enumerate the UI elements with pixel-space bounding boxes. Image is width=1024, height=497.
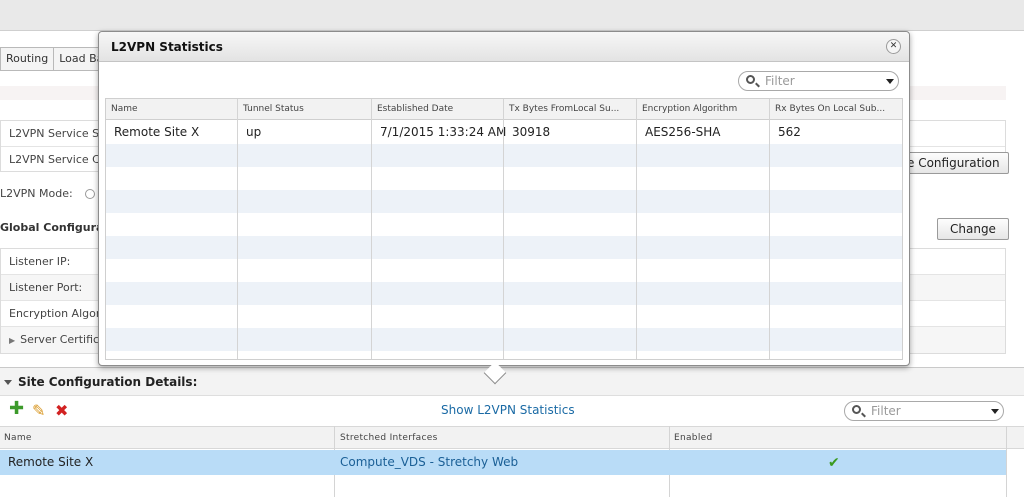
column-tx-bytes[interactable]: Tx Bytes FromLocal Su...: [504, 99, 637, 119]
show-l2vpn-statistics-link[interactable]: Show L2VPN Statistics: [441, 403, 575, 417]
column-established-date[interactable]: Established Date: [372, 99, 504, 119]
empty-row: [106, 190, 902, 213]
column-tunnel-status[interactable]: Tunnel Status: [238, 99, 372, 119]
server-certificate-label: Server Certific: [20, 333, 100, 346]
stat-name-cell: Remote Site X: [114, 125, 200, 139]
l2vpn-statistics-dialog: L2VPN Statistics ✕ Filter Name Tunnel St…: [98, 31, 910, 385]
table-row[interactable]: Remote Site X Compute_VDS - Stretchy Web…: [0, 450, 1006, 475]
table-row[interactable]: Remote Site X up 7/1/2015 1:33:24 AM 309…: [106, 121, 902, 144]
add-icon[interactable]: ✚: [9, 400, 24, 418]
empty-row: [106, 144, 902, 167]
stat-encryption-cell: AES256-SHA: [645, 125, 721, 139]
column-divider: [503, 99, 504, 359]
column-divider: [1006, 426, 1007, 497]
check-icon: ✔: [828, 455, 840, 471]
chevron-down-icon[interactable]: [886, 79, 894, 84]
change-button[interactable]: Change: [937, 218, 1009, 240]
stretched-interfaces-cell: Compute_VDS - Stretchy Web: [340, 455, 519, 469]
column-rx-bytes[interactable]: Rx Bytes On Local Sub...: [770, 99, 902, 119]
column-encryption-algorithm[interactable]: Encryption Algorithm: [637, 99, 770, 119]
empty-row: [106, 167, 902, 190]
expand-arrow-icon[interactable]: ▶: [9, 336, 15, 345]
search-icon: [746, 75, 755, 84]
stat-tx-bytes-cell: 30918: [512, 125, 551, 139]
statistics-grid: Name Tunnel Status Established Date Tx B…: [105, 98, 903, 360]
empty-row: [106, 328, 902, 351]
site-filter-placeholder: Filter: [871, 404, 901, 418]
l2vpn-mode-label: L2VPN Mode:: [0, 187, 73, 200]
column-divider: [371, 99, 372, 359]
tab-routing[interactable]: Routing: [0, 47, 55, 71]
edit-icon[interactable]: ✎: [32, 403, 45, 419]
search-icon: [852, 405, 861, 414]
column-name[interactable]: Name: [0, 427, 32, 449]
service-configuration-button[interactable]: e Configuration: [906, 152, 1009, 174]
feature-tabs: Routing Load Ba: [0, 47, 110, 71]
chevron-down-icon[interactable]: [991, 409, 999, 414]
column-stretched-interfaces[interactable]: Stretched Interfaces: [336, 427, 438, 449]
empty-row: [106, 282, 902, 305]
delete-icon[interactable]: ✖: [55, 403, 68, 419]
site-grid-header: Name Stretched Interfaces Enabled: [0, 426, 1024, 449]
collapse-arrow-icon[interactable]: [4, 380, 12, 385]
site-toolbar: ✚ ✎ ✖ Show L2VPN Statistics Filter: [0, 397, 1024, 426]
mode-radio[interactable]: [84, 189, 95, 199]
statistics-grid-header: Name Tunnel Status Established Date Tx B…: [106, 99, 902, 120]
stat-tunnel-status-cell: up: [246, 125, 262, 139]
site-configuration-panel: Site Configuration Details: ✚ ✎ ✖ Show L…: [0, 367, 1024, 497]
statistics-filter-placeholder: Filter: [765, 74, 795, 88]
column-enabled[interactable]: Enabled: [670, 427, 712, 449]
statistics-filter-input[interactable]: Filter: [738, 71, 899, 91]
l2vpn-mode-row: L2VPN Mode:: [0, 187, 95, 200]
site-configuration-title: Site Configuration Details:: [18, 375, 198, 389]
dialog-title: L2VPN Statistics: [99, 32, 909, 62]
column-name[interactable]: Name: [106, 99, 238, 119]
column-divider: [769, 99, 770, 359]
column-divider: [636, 99, 637, 359]
empty-row: [106, 305, 902, 328]
empty-row: [106, 259, 902, 282]
empty-row: [106, 213, 902, 236]
site-configuration-header[interactable]: Site Configuration Details:: [0, 368, 1024, 396]
stat-established-cell: 7/1/2015 1:33:24 AM: [380, 125, 507, 139]
close-icon[interactable]: ✕: [886, 39, 901, 54]
empty-row: [106, 236, 902, 259]
column-divider: [237, 99, 238, 359]
top-toolbar: [0, 0, 1024, 31]
site-name-cell: Remote Site X: [8, 455, 94, 469]
stat-rx-bytes-cell: 562: [778, 125, 801, 139]
site-filter-input[interactable]: Filter: [844, 401, 1004, 421]
